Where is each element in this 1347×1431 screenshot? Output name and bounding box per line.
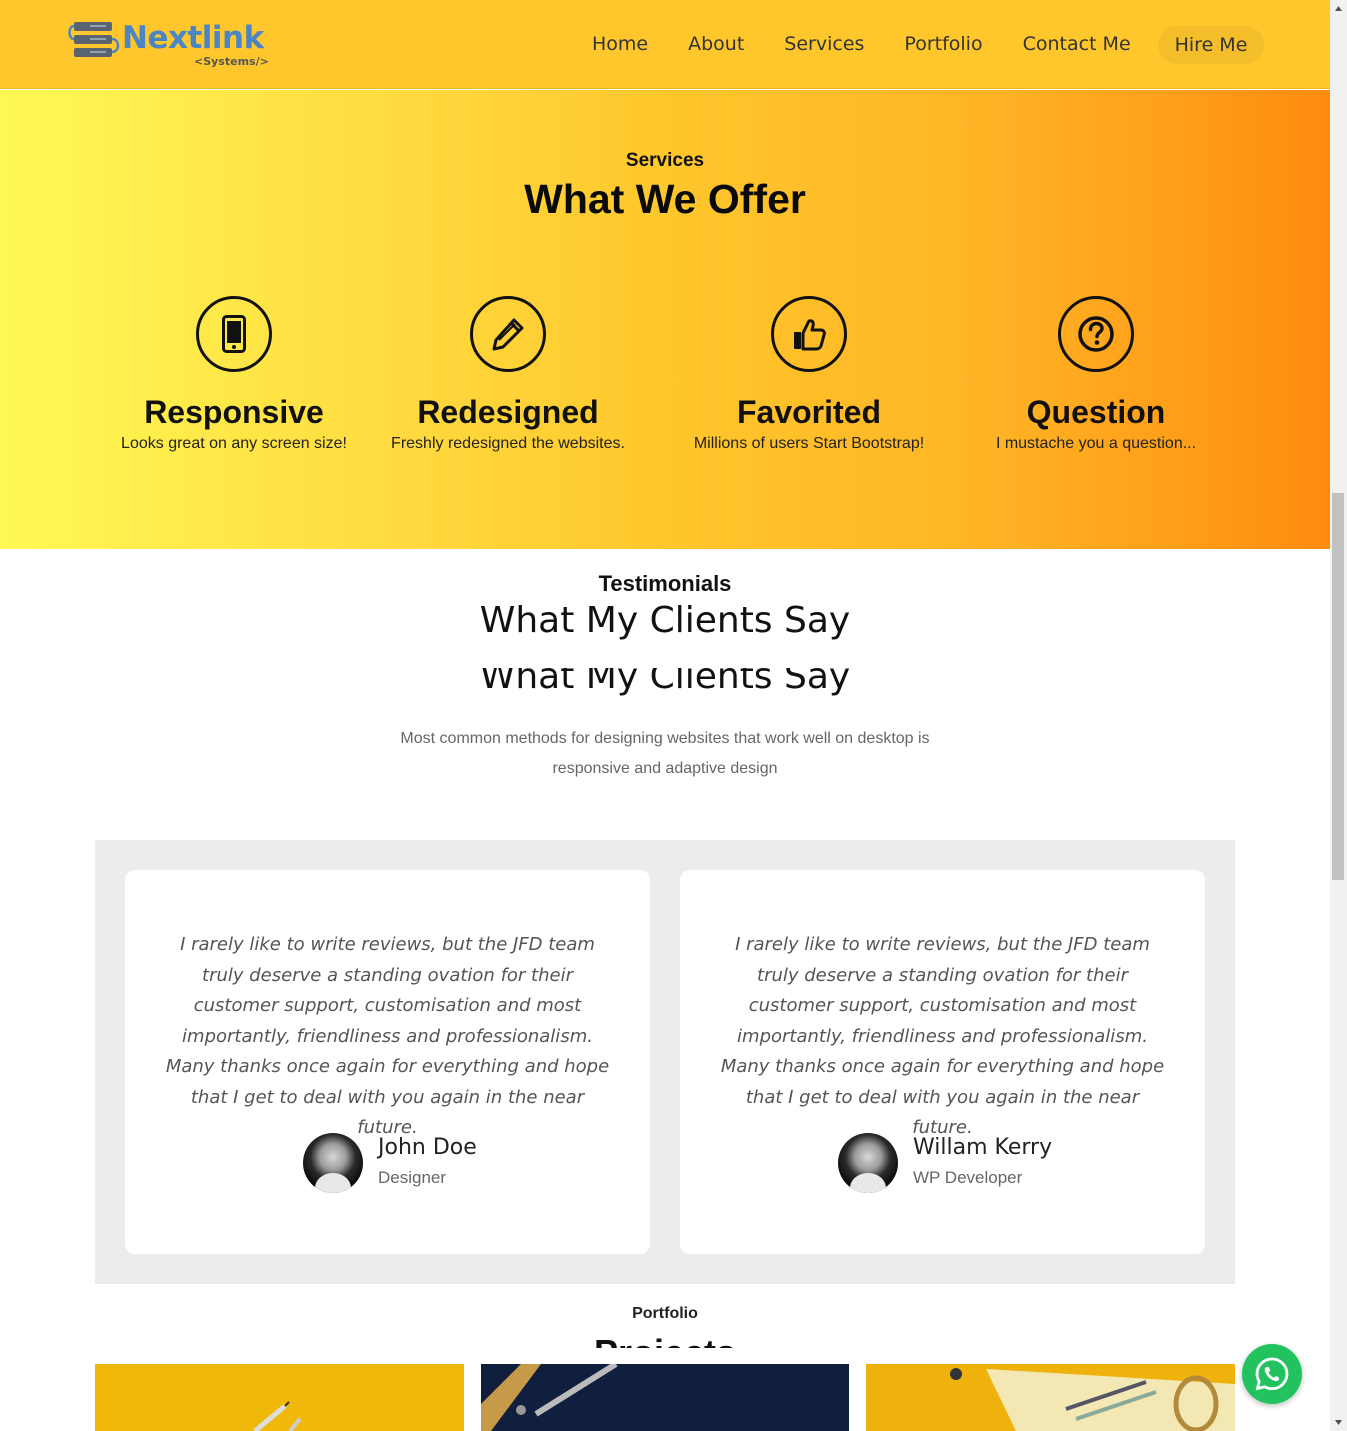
portfolio-item[interactable] <box>481 1364 849 1431</box>
portfolio-title: Projects <box>0 1332 1330 1348</box>
pencil-icon <box>492 318 524 351</box>
service-text: Millions of users Start Bootstrap! <box>693 435 925 452</box>
stationery-image <box>950 1368 1235 1431</box>
logo-text: Nextlink <box>122 20 264 56</box>
nav-portfolio[interactable]: Portfolio <box>904 33 982 55</box>
service-text: I mustache you a question... <box>995 435 1197 452</box>
avatar <box>303 1133 363 1193</box>
thumbs-up-icon <box>794 319 826 351</box>
site-header: Nextlink <Systems/> Home About Services … <box>0 0 1330 89</box>
service-text: Looks great on any screen size! <box>121 435 347 452</box>
scroll-up-arrow-icon[interactable] <box>1334 4 1343 13</box>
testimonials-kicker: Testimonials <box>598 571 732 596</box>
nav-contact[interactable]: Contact Me <box>1023 33 1131 55</box>
service-title: Question <box>1026 394 1166 430</box>
mobile-icon <box>222 315 246 353</box>
testimonial-quote: I rarely like to write reviews, but the … <box>720 934 1165 1138</box>
services-section: Services What We Offer Responsive Looks … <box>0 90 1330 549</box>
author-role: Designer <box>378 1168 447 1187</box>
service-icon-circle <box>470 296 546 372</box>
pencils-image <box>253 1401 302 1431</box>
service-title: Redesigned <box>417 394 599 430</box>
portfolio-kicker: Portfolio <box>632 1305 698 1322</box>
scroll-down-arrow-icon[interactable] <box>1334 1418 1343 1427</box>
author-role: WP Developer <box>913 1168 1023 1187</box>
author-name: Willam Kerry <box>913 1135 1053 1160</box>
author-name: John Doe <box>378 1135 477 1160</box>
whatsapp-icon <box>1255 1357 1289 1391</box>
service-title: Favorited <box>736 394 882 430</box>
hire-me-button[interactable]: Hire Me <box>1158 26 1264 64</box>
whatsapp-button[interactable] <box>1242 1344 1302 1404</box>
logo-subtext: <Systems/> <box>194 55 269 68</box>
service-favorited: Favorited Millions of users Start Bootst… <box>669 296 949 453</box>
nav-home[interactable]: Home <box>592 33 648 55</box>
server-icon <box>68 22 120 57</box>
scrollbar-thumb[interactable] <box>1332 493 1344 880</box>
nav-services[interactable]: Services <box>784 33 864 55</box>
testimonials-title: What My Clients Say <box>479 600 851 641</box>
service-title: Responsive <box>144 394 324 430</box>
logo[interactable]: Nextlink <Systems/> <box>68 18 269 70</box>
page-scrollbar[interactable] <box>1330 0 1347 1431</box>
services-kicker: Services <box>625 150 705 171</box>
portfolio-item[interactable] <box>95 1364 464 1431</box>
service-responsive: Responsive Looks great on any screen siz… <box>94 296 374 453</box>
testimonial-card: I rarely like to write reviews, but the … <box>680 870 1205 1254</box>
portfolio-item[interactable] <box>866 1364 1235 1431</box>
testimonials-description: Most common methods for designing websit… <box>400 730 930 777</box>
testimonials-carousel: I rarely like to write reviews, but the … <box>95 840 1235 1284</box>
main-nav: Home About Services Portfolio Contact Me <box>592 33 1171 55</box>
question-icon <box>1078 316 1114 352</box>
service-text: Freshly redesigned the websites. <box>391 435 625 452</box>
nav-about[interactable]: About <box>688 33 744 55</box>
service-icon-circle <box>771 296 847 372</box>
desk-tools-image <box>481 1364 618 1431</box>
service-icon-circle <box>1058 296 1134 372</box>
service-question: Question I mustache you a question... <box>956 296 1236 453</box>
portfolio-title-clip: Projects <box>0 1328 1330 1348</box>
services-title: What We Offer <box>524 176 806 222</box>
service-icon-circle <box>196 296 272 372</box>
testimonials-title-repeat: What My Clients Say <box>479 668 851 697</box>
testimonials-title-repeat-clip: What My Clients Say <box>0 668 1330 698</box>
avatar <box>838 1133 898 1193</box>
testimonial-card: I rarely like to write reviews, but the … <box>125 870 650 1254</box>
service-redesigned: Redesigned Freshly redesigned the websit… <box>368 296 648 453</box>
testimonial-quote: I rarely like to write reviews, but the … <box>165 934 610 1138</box>
